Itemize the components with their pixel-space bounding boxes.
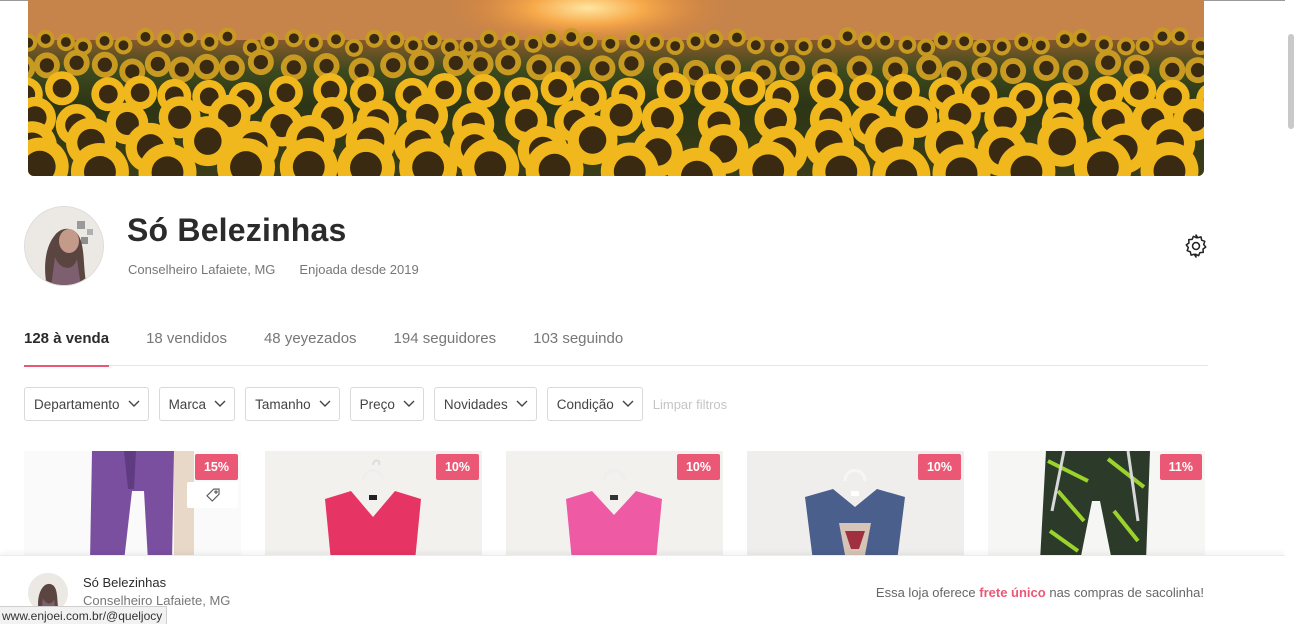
tab-sold[interactable]: 18 vendidos [146, 330, 227, 366]
store-name: Só Belezinhas [127, 212, 347, 248]
store-bottom-bar: Só Belezinhas Conselheiro Lafaiete, MG E… [0, 555, 1285, 624]
filter-label: Departamento [34, 396, 120, 412]
bottom-store-name: Só Belezinhas [83, 575, 167, 590]
filter-label: Tamanho [255, 396, 311, 412]
discount-badge: 10% [917, 454, 961, 480]
filter-condition[interactable]: Condição [546, 387, 643, 421]
tab-liked[interactable]: 48 yeyezados [264, 330, 357, 366]
product-card[interactable]: 10% [506, 451, 723, 561]
shipping-message-text: nas compras de sacolinha! [1045, 585, 1204, 600]
tab-followers[interactable]: 194 seguidores [394, 330, 497, 366]
filter-label: Novidades [443, 396, 508, 412]
clear-filters-link[interactable]: Limpar filtros [653, 397, 727, 412]
store-member-since: Enjoada desde 2019 [299, 262, 419, 277]
tab-for-sale[interactable]: 128 à venda [24, 330, 110, 367]
shipping-message: Essa loja oferece frete único nas compra… [876, 585, 1204, 600]
filter-news[interactable]: Novidades [433, 387, 537, 421]
chevron-down-icon [403, 400, 415, 407]
store-cover-image [28, 0, 1204, 176]
store-location: Conselheiro Lafaiete, MG [128, 262, 276, 277]
discount-badge: 10% [435, 454, 479, 480]
store-avatar[interactable] [24, 206, 104, 286]
tab-following[interactable]: 103 seguindo [533, 330, 623, 366]
filter-label: Condição [556, 396, 614, 412]
chevron-down-icon [622, 400, 634, 407]
shipping-message-text: Essa loja oferece [875, 585, 980, 600]
profile-tabs: 128 à venda 18 vendidos 48 yeyezados 194… [24, 330, 1208, 367]
chevron-down-icon [319, 400, 331, 407]
chevron-down-icon [516, 400, 528, 407]
product-card[interactable]: 11% [988, 451, 1205, 561]
filter-bar: Departamento Marca Tamanho Preço Novidad… [24, 387, 727, 421]
filter-size[interactable]: Tamanho [245, 387, 340, 421]
shipping-highlight: frete único [979, 585, 1046, 600]
filter-label: Preço [359, 396, 395, 412]
discount-badge: 15% [194, 454, 238, 480]
chevron-down-icon [128, 400, 140, 407]
scrollbar-thumb[interactable] [1288, 34, 1294, 129]
discount-badge: 10% [676, 454, 720, 480]
product-card[interactable]: 15% [24, 451, 241, 561]
filter-brand[interactable]: Marca [158, 387, 236, 421]
product-card[interactable]: 10% [265, 451, 482, 561]
discount-badge: 11% [1159, 454, 1202, 480]
price-tag-icon[interactable] [187, 482, 238, 508]
product-grid: 15% 10% 10% 10% 11% [24, 451, 1205, 561]
filter-price[interactable]: Preço [349, 387, 424, 421]
filter-label: Marca [168, 396, 207, 412]
filter-department[interactable]: Departamento [24, 387, 149, 421]
product-card[interactable]: 10% [747, 451, 964, 561]
page-scrollbar[interactable] [1285, 0, 1297, 624]
status-bar-url: www.enjoei.com.br/@queljocy [0, 606, 168, 624]
store-meta: Conselheiro Lafaiete, MG Enjoada desde 2… [128, 262, 419, 277]
settings-gear-icon[interactable] [1183, 233, 1209, 259]
chevron-down-icon [214, 400, 226, 407]
